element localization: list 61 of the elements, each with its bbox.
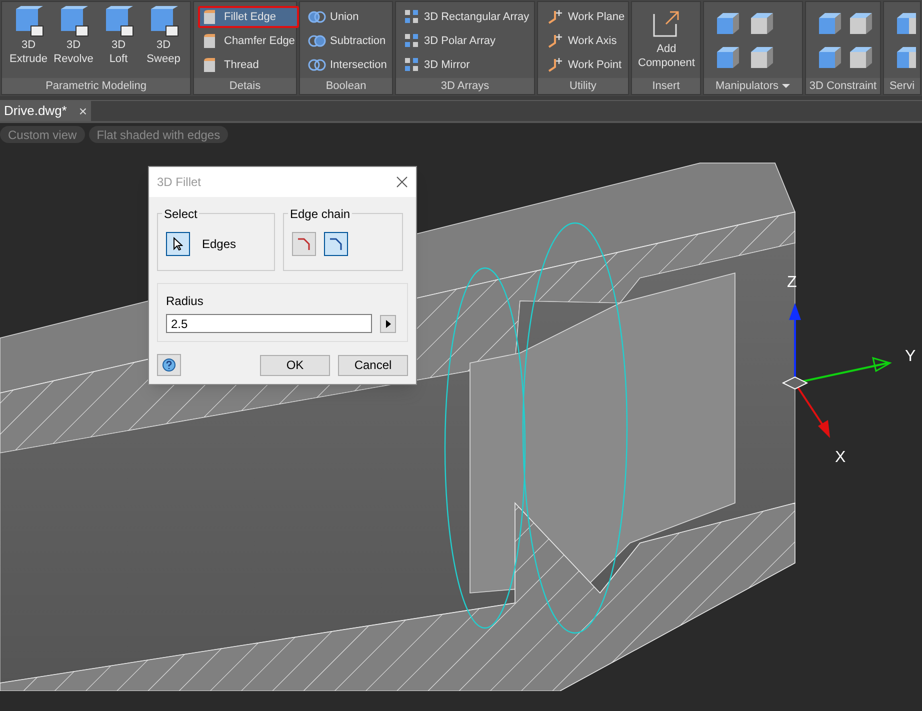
- plus-icon: [546, 57, 564, 73]
- ribbon-button[interactable]: Work Axis: [542, 30, 629, 52]
- edge-chain-button[interactable]: [292, 232, 316, 256]
- ribbon-button[interactable]: Subtraction: [304, 30, 391, 52]
- help-icon: [162, 358, 176, 372]
- view-control[interactable]: Flat shaded with edges: [88, 126, 228, 143]
- panel-title: Boolean: [326, 78, 366, 94]
- circles-icon: [308, 10, 326, 24]
- dialog-button[interactable]: Cancel: [338, 354, 408, 376]
- squares-icon: [404, 57, 420, 73]
- ribbon-button[interactable]: Fillet Edge: [198, 6, 299, 28]
- squares-icon: [404, 9, 420, 25]
- ribbon-button[interactable]: Intersection: [304, 54, 391, 76]
- panel-title: 3D Constraint: [809, 78, 877, 94]
- ribbon-button[interactable]: Thread: [198, 54, 299, 76]
- panel-title: 3D Arrays: [440, 78, 490, 94]
- plus-icon: [546, 33, 564, 49]
- dialog-title: 3D Fillet: [157, 174, 202, 191]
- help-button[interactable]: [157, 354, 181, 376]
- corner-edge-icon: [329, 237, 343, 251]
- axis-label: X: [835, 448, 846, 468]
- ribbon-button[interactable]: Work Point: [542, 54, 629, 76]
- ribbon-button[interactable]: 3D Revolve: [51, 6, 96, 78]
- panel-title: Insert: [652, 78, 680, 94]
- cursor-icon: [173, 237, 183, 251]
- ribbon-button[interactable]: 3D Mirror: [400, 54, 534, 76]
- dialog-button[interactable]: OK: [260, 354, 330, 376]
- ribbon-button[interactable]: Work Plane: [542, 6, 629, 28]
- circles-icon: [308, 34, 326, 48]
- ribbon-button[interactable]: 3D Sweep: [141, 6, 186, 78]
- arrow-icon: [652, 10, 680, 38]
- plus-icon: [546, 9, 564, 25]
- dropdown-caret-icon[interactable]: [782, 84, 790, 88]
- squares-icon: [404, 33, 420, 49]
- play-icon: [386, 320, 390, 328]
- ribbon-button[interactable]: 3D Polar Array: [400, 30, 534, 52]
- edges-label: Edges: [202, 236, 236, 253]
- ribbon-button[interactable]: Union: [304, 6, 391, 28]
- panel-title: Servi: [889, 78, 915, 94]
- corner-edge-icon: [297, 237, 311, 251]
- panel-title: Utility: [570, 78, 596, 94]
- play-button[interactable]: [380, 314, 396, 332]
- document-tab[interactable]: Drive.dwg* ×: [0, 101, 92, 121]
- radius-label: Radius: [166, 293, 204, 310]
- panel-title: Manipulators: [716, 78, 778, 94]
- panel-title: Detais: [229, 78, 261, 94]
- ribbon-button[interactable]: 3D Rectangular Array: [400, 6, 534, 28]
- axis-label: Z: [787, 273, 797, 293]
- pointer-button[interactable]: [166, 232, 190, 256]
- ribbon-button[interactable]: Add Component: [636, 6, 697, 78]
- axis-label: Y: [905, 347, 916, 367]
- view-control[interactable]: Custom view: [0, 126, 85, 143]
- ribbon-button[interactable]: Chamfer Edge: [198, 30, 299, 52]
- panel-title: Parametric Modeling: [46, 78, 146, 94]
- ribbon-button[interactable]: 3D Extrude: [6, 6, 51, 78]
- radius-field[interactable]: 2.5: [166, 314, 372, 333]
- tab-title: Drive.dwg*: [4, 102, 67, 120]
- circles-icon: [308, 58, 326, 72]
- close-icon[interactable]: [396, 176, 408, 188]
- edge-chain-button[interactable]: [324, 232, 348, 256]
- ribbon-button[interactable]: 3D Loft: [96, 6, 141, 78]
